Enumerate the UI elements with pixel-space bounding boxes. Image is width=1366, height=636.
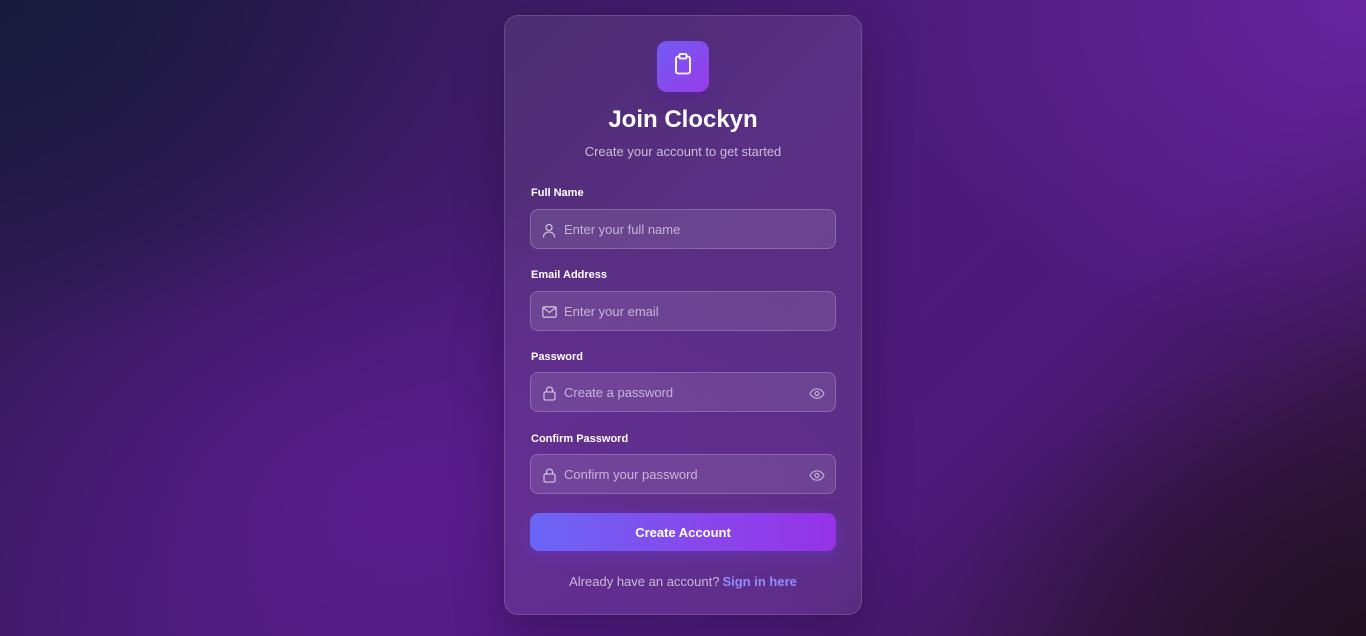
create-account-button[interactable]: Create Account (530, 513, 836, 551)
eye-icon[interactable] (808, 466, 826, 484)
sign-in-link[interactable]: Sign in here (722, 574, 796, 589)
signup-card: Join Clockyn Create your account to get … (504, 15, 862, 615)
confirm-password-label: Confirm Password (531, 433, 629, 445)
lock-icon (541, 385, 557, 401)
password-field[interactable] (530, 372, 836, 412)
full-name-input[interactable] (564, 210, 794, 248)
page-subtitle: Create your account to get started (584, 144, 782, 159)
confirm-password-field[interactable] (530, 454, 836, 494)
email-input[interactable] (564, 292, 794, 330)
signin-prompt: Already have an account? Sign in here (505, 574, 861, 589)
mail-icon (541, 304, 557, 320)
user-icon (541, 222, 557, 238)
app-logo (657, 41, 709, 92)
page-title: Join Clockyn (608, 106, 758, 133)
email-field[interactable] (530, 291, 836, 331)
eye-icon[interactable] (808, 384, 826, 402)
clipboard-icon (673, 53, 693, 80)
full-name-field[interactable] (530, 209, 836, 249)
signin-prompt-text: Already have an account? (569, 574, 720, 589)
password-label: Password (531, 351, 583, 363)
email-label: Email Address (531, 269, 608, 281)
confirm-password-input[interactable] (564, 455, 794, 493)
password-input[interactable] (564, 373, 794, 411)
full-name-label: Full Name (531, 187, 584, 199)
lock-icon (541, 467, 557, 483)
